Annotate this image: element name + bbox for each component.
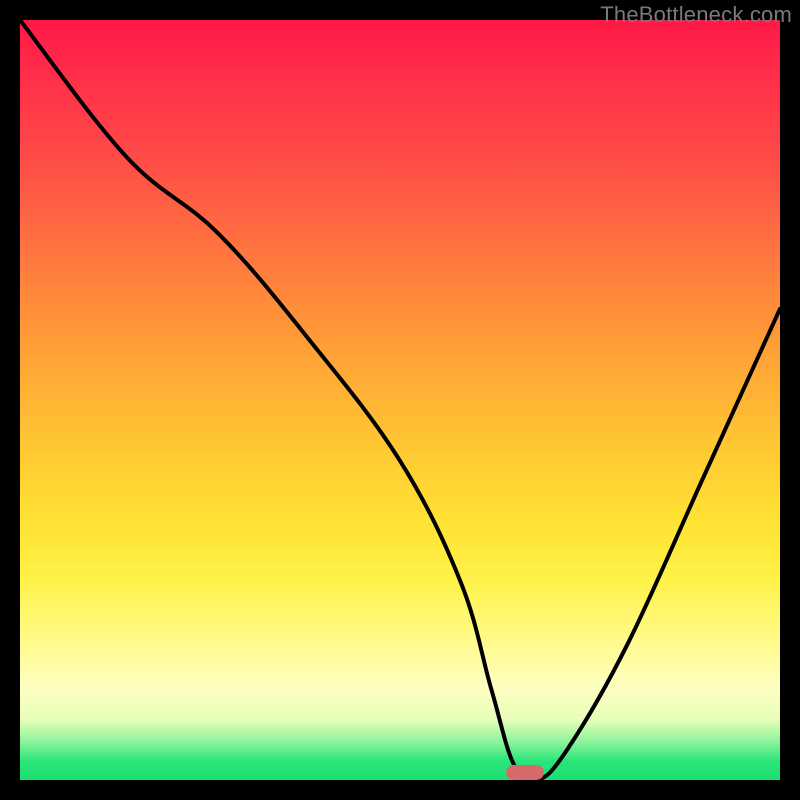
watermark-text: TheBottleneck.com: [600, 2, 792, 28]
plot-area: [20, 20, 780, 780]
bottleneck-curve: [20, 20, 780, 780]
optimum-marker: [506, 765, 544, 780]
chart-frame: TheBottleneck.com: [0, 0, 800, 800]
